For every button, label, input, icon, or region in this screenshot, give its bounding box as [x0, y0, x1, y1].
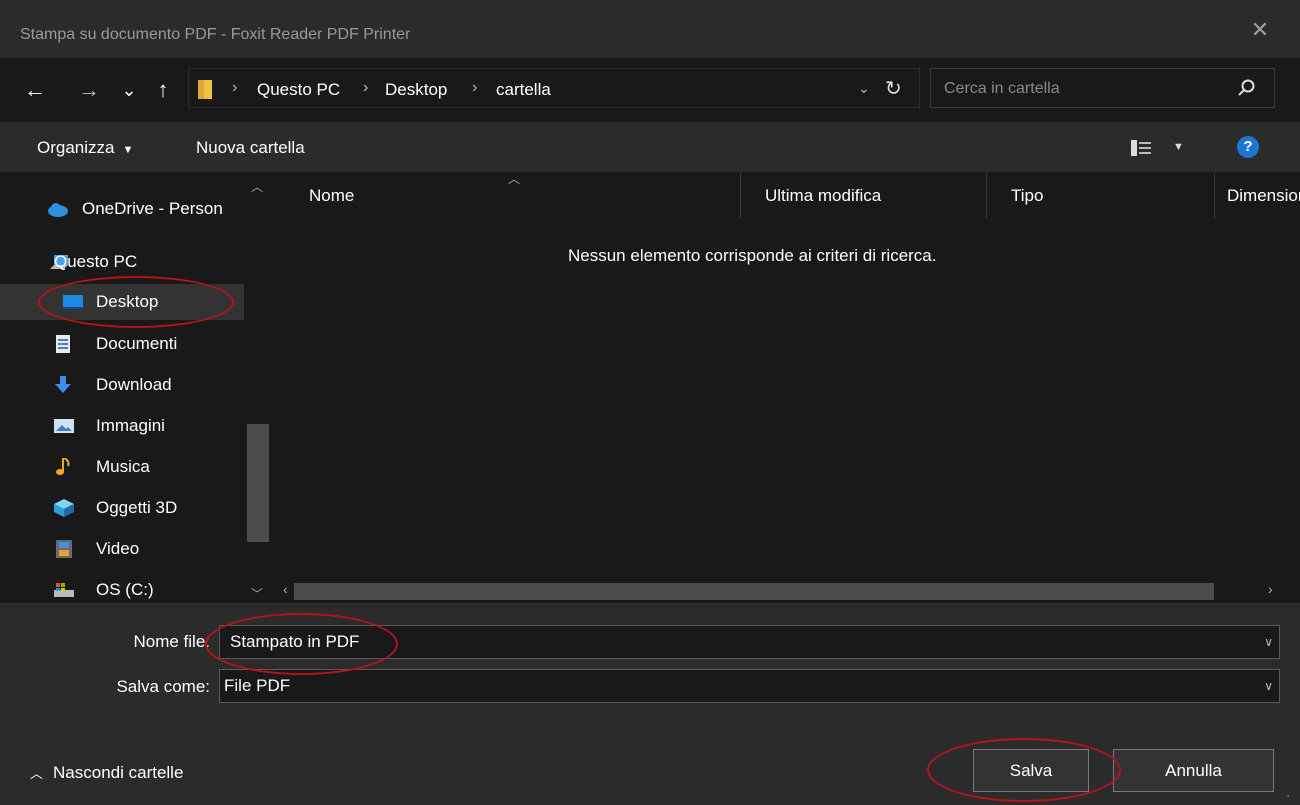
sidebar-item-download[interactable]: Download: [12, 367, 242, 403]
resize-grip-icon[interactable]: ⠠: [1283, 790, 1290, 801]
sidebar-item-label: Musica: [96, 457, 150, 476]
scroll-down-icon[interactable]: ﹀: [251, 585, 263, 602]
scroll-right-icon[interactable]: ›: [1268, 581, 1273, 597]
sidebar-item-label: Desktop: [96, 292, 159, 311]
organize-label: Organizza: [37, 138, 115, 157]
sidebar-item-label: Download: [96, 375, 172, 394]
sidebar-item-label: Documenti: [96, 334, 178, 353]
column-divider[interactable]: [1214, 172, 1215, 218]
sidebar-item-video[interactable]: Video: [12, 531, 242, 567]
sidebar-item-label: Immagini: [96, 416, 165, 435]
breadcrumb-separator: ›: [472, 79, 478, 96]
hide-folders-button[interactable]: ︿ Nascondi cartelle: [30, 763, 183, 783]
sidebar-item-oggetti-3d[interactable]: Oggetti 3D: [12, 490, 242, 526]
up-button[interactable]: ↑: [150, 76, 176, 104]
search-icon[interactable]: [1235, 77, 1257, 99]
back-button[interactable]: ←: [22, 76, 48, 104]
column-header-tipo[interactable]: Tipo: [1011, 186, 1043, 206]
chevron-down-icon[interactable]: ∨: [1264, 635, 1273, 649]
sidebar-item-label: Video: [96, 539, 140, 558]
forward-button[interactable]: →: [76, 76, 102, 104]
sidebar-item-musica[interactable]: Musica: [12, 449, 242, 485]
scroll-up-icon[interactable]: ︿: [251, 178, 263, 195]
filename-field[interactable]: Stampato in PDF ∨: [219, 625, 1280, 659]
drive-icon: [54, 583, 74, 597]
column-header-nome[interactable]: Nome: [309, 186, 354, 206]
address-dropdown-icon[interactable]: ⌄: [858, 80, 870, 97]
folder-icon: [198, 80, 212, 99]
cloud-icon: [48, 203, 68, 217]
sidebar-item-onedrive[interactable]: OneDrive - Person: [12, 191, 242, 227]
image-icon: [54, 419, 74, 433]
scroll-left-icon[interactable]: ‹: [283, 581, 288, 597]
sidebar-item-label: Questo PC: [54, 252, 138, 271]
help-button[interactable]: ?: [1237, 136, 1259, 158]
music-icon: [56, 458, 70, 475]
sidebar-item-label: OS (C:): [96, 580, 154, 599]
sidebar-item-desktop[interactable]: Desktop: [0, 284, 244, 320]
download-icon: [55, 376, 71, 393]
breadcrumb-item-questo-pc[interactable]: Questo PC: [257, 80, 340, 100]
sidebar-item-documenti[interactable]: Documenti: [12, 326, 242, 362]
document-icon: [56, 335, 70, 353]
sidebar-item-label: OneDrive - Person: [82, 199, 223, 218]
cube-icon: [54, 499, 74, 517]
file-list[interactable]: [275, 172, 1300, 580]
desktop-icon: [63, 295, 83, 309]
column-divider[interactable]: [740, 172, 741, 218]
hide-folders-label: Nascondi cartelle: [53, 763, 184, 782]
save-button[interactable]: Salva: [973, 749, 1089, 792]
cancel-button[interactable]: Annulla: [1113, 749, 1274, 792]
chevron-down-icon[interactable]: ∨: [1264, 679, 1273, 693]
sidebar-scrollbar-thumb[interactable]: [247, 424, 269, 542]
search-placeholder: Cerca in cartella: [944, 80, 1060, 97]
view-options-icon[interactable]: [1131, 140, 1153, 156]
breadcrumb-separator: ›: [232, 79, 238, 96]
empty-folder-message: Nessun elemento corrisponde ai criteri d…: [568, 246, 937, 265]
refresh-icon[interactable]: ↻: [885, 76, 902, 101]
list-scrollbar-thumb[interactable]: [294, 583, 1214, 600]
breadcrumb-item-desktop[interactable]: Desktop: [385, 80, 447, 100]
new-folder-button[interactable]: Nuova cartella: [196, 138, 305, 158]
sidebar-item-immagini[interactable]: Immagini: [12, 408, 242, 444]
breadcrumb-item-cartella[interactable]: cartella: [496, 80, 551, 100]
save-as-type-label: Salva come:: [116, 677, 210, 696]
column-divider[interactable]: [986, 172, 987, 218]
filename-value: Stampato in PDF: [230, 632, 360, 651]
save-as-type-value: File PDF: [224, 676, 291, 695]
film-icon: [56, 540, 72, 558]
breadcrumb-separator: ›: [363, 79, 369, 96]
filename-label: Nome file:: [133, 632, 210, 651]
sidebar-item-questo-pc[interactable]: Questo PC: [12, 244, 242, 280]
column-header-ultima-modifica[interactable]: Ultima modifica: [765, 186, 881, 206]
window-title: Stampa su documento PDF - Foxit Reader P…: [20, 26, 411, 43]
view-dropdown-icon[interactable]: ▼: [1173, 141, 1184, 153]
sidebar-item-label: Oggetti 3D: [96, 498, 178, 517]
recent-locations-button[interactable]: ⌄: [118, 76, 140, 104]
sort-ascending-icon: ︿: [508, 172, 521, 186]
chevron-down-icon: ▼: [122, 144, 134, 156]
close-icon[interactable]: ✕: [1250, 19, 1270, 41]
chevron-up-icon: ︿: [30, 766, 44, 781]
column-header-dimensione[interactable]: Dimensior: [1227, 186, 1300, 206]
command-bar: [0, 122, 1300, 172]
organize-button[interactable]: Organizza ▼: [37, 138, 133, 158]
save-as-type-select[interactable]: File PDF ∨: [219, 669, 1280, 703]
